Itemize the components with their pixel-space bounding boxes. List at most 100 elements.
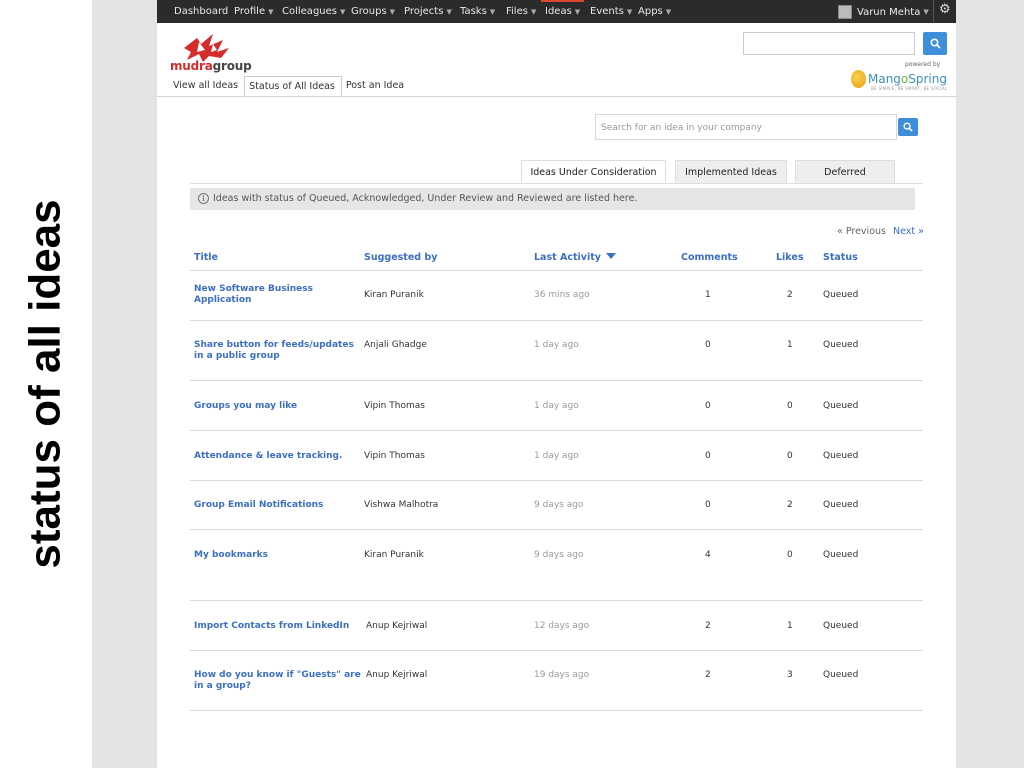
suggested-by: Vipin Thomas	[364, 451, 425, 461]
nav-events[interactable]: Events ▼	[590, 0, 632, 23]
avatar	[838, 5, 852, 19]
idea-title-link[interactable]: Attendance & leave tracking.	[194, 451, 364, 462]
comments-count: 0	[705, 340, 711, 350]
nav-ideas-label: Ideas	[545, 6, 572, 17]
chevron-down-icon: ▼	[489, 8, 496, 16]
nav-profile[interactable]: Profile ▼	[234, 0, 273, 23]
slide-margin-right	[956, 0, 1024, 768]
user-name: Varun Mehta	[857, 6, 921, 18]
slide-title-text: status of all ideas	[21, 199, 71, 569]
last-activity: 1 day ago	[534, 451, 579, 461]
idea-title-link[interactable]: New Software Business Application	[194, 284, 364, 306]
likes-count: 1	[787, 621, 793, 631]
idea-title-link[interactable]: Groups you may like	[194, 401, 364, 412]
idea-search-button[interactable]	[898, 118, 918, 136]
tab-implemented-ideas[interactable]: Implemented Ideas	[675, 160, 787, 184]
column-header-status[interactable]: Status	[823, 252, 858, 263]
logo-wordmark-part2: group	[212, 59, 252, 73]
idea-search-input[interactable]: Search for an idea in your company	[595, 114, 897, 140]
idea-title-link[interactable]: How do you know if "Guests" are in a gro…	[194, 670, 364, 692]
divider	[190, 320, 923, 321]
chevron-down-icon: ▼	[446, 8, 452, 16]
info-banner: i Ideas with status of Queued, Acknowledg…	[190, 188, 915, 210]
tab-view-all-ideas[interactable]: View all Ideas	[169, 76, 244, 96]
column-header-likes[interactable]: Likes	[776, 252, 803, 263]
column-header-comments[interactable]: Comments	[681, 252, 738, 263]
divider	[190, 430, 923, 431]
status-value: Queued	[823, 340, 859, 350]
nav-apps-label: Apps	[638, 6, 663, 17]
last-activity: 12 days ago	[534, 621, 590, 631]
nav-dashboard[interactable]: Dashboard	[174, 0, 228, 23]
nav-apps[interactable]: Apps ▼	[638, 0, 671, 23]
divider	[190, 270, 923, 271]
likes-count: 2	[787, 500, 793, 510]
tab-deferred[interactable]: Deferred	[795, 160, 895, 184]
tab-post-an-idea[interactable]: Post an Idea	[342, 76, 410, 96]
suggested-by: Anup Kejriwal	[366, 670, 428, 680]
suggested-by: Anjali Ghadge	[364, 340, 427, 350]
nav-ideas[interactable]: Ideas ▼	[540, 0, 585, 23]
chevron-down-icon: ▼	[530, 8, 537, 16]
comments-count: 4	[705, 550, 711, 560]
idea-title-link[interactable]: My bookmarks	[194, 550, 364, 561]
global-search-input[interactable]	[743, 32, 915, 55]
nav-profile-label: Profile	[234, 6, 266, 17]
column-header-last-activity-label: Last Activity	[534, 252, 601, 263]
ideas-subtabs: View all Ideas Status of All Ideas Post …	[169, 76, 410, 96]
last-activity: 19 days ago	[534, 670, 590, 680]
likes-count: 0	[787, 401, 793, 411]
suggested-by: Kiran Puranik	[364, 550, 424, 560]
last-activity: 9 days ago	[534, 550, 584, 560]
nav-groups-label: Groups	[351, 6, 387, 17]
divider	[190, 480, 923, 481]
nav-colleagues-label: Colleagues	[282, 6, 337, 17]
nav-projects[interactable]: Projects ▼	[404, 0, 452, 23]
chevron-down-icon: ▼	[574, 8, 581, 16]
divider	[190, 529, 923, 530]
status-value: Queued	[823, 451, 859, 461]
status-value: Queued	[823, 500, 859, 510]
slide-title: status of all ideas	[0, 0, 92, 768]
chevron-down-icon: ▼	[340, 8, 346, 16]
logo-wordmark: mudragroup	[170, 59, 252, 73]
mangospring-wordmark-part3: Spring	[908, 72, 947, 86]
status-value: Queued	[823, 290, 859, 300]
tab-ideas-under-consideration[interactable]: Ideas Under Consideration	[521, 160, 666, 184]
user-menu[interactable]: Varun Mehta ▼	[838, 3, 929, 21]
status-value: Queued	[823, 401, 859, 411]
suggested-by: Kiran Puranik	[364, 290, 424, 300]
app-window: Dashboard Profile ▼ Colleagues ▼ Groups ▼ P…	[157, 0, 956, 768]
logo-wordmark-part1: mudra	[170, 59, 213, 73]
divider	[190, 380, 923, 381]
status-value: Queued	[823, 670, 859, 680]
nav-tasks[interactable]: Tasks ▼	[460, 0, 495, 23]
idea-title-link[interactable]: Share button for feeds/updates in a publ…	[194, 340, 364, 362]
gear-icon[interactable]: ⚙	[939, 2, 951, 17]
global-search-button[interactable]	[923, 32, 947, 55]
nav-files[interactable]: Files ▼	[506, 0, 536, 23]
column-header-last-activity[interactable]: Last Activity	[534, 252, 616, 263]
comments-count: 2	[705, 670, 711, 680]
chevron-down-icon: ▼	[268, 8, 274, 16]
mangospring-wordmark-part1: Mang	[867, 72, 901, 86]
top-nav-bar: Dashboard Profile ▼ Colleagues ▼ Groups ▼ P…	[157, 0, 956, 23]
previous-page-link[interactable]: « Previous	[837, 226, 886, 237]
divider	[190, 650, 923, 651]
mangospring-tagline: BE SIMPLE, BE SMART, BE SOCIAL	[871, 86, 948, 91]
divider	[157, 96, 956, 97]
search-icon	[903, 122, 913, 132]
last-activity: 1 day ago	[534, 401, 579, 411]
chevron-down-icon: ▼	[389, 8, 396, 16]
column-header-title[interactable]: Title	[194, 252, 218, 263]
tab-status-of-all-ideas[interactable]: Status of All Ideas	[244, 76, 342, 96]
nav-colleagues[interactable]: Colleagues ▼	[282, 0, 345, 23]
divider	[190, 600, 923, 601]
idea-title-link[interactable]: Import Contacts from LinkedIn	[194, 621, 364, 632]
nav-projects-label: Projects	[404, 6, 444, 17]
column-header-suggested-by[interactable]: Suggested by	[364, 252, 437, 263]
nav-groups[interactable]: Groups ▼	[351, 0, 395, 23]
idea-title-link[interactable]: Group Email Notifications	[194, 500, 364, 511]
info-text: Ideas with status of Queued, Acknowledge…	[213, 193, 638, 204]
next-page-link[interactable]: Next »	[893, 226, 924, 237]
